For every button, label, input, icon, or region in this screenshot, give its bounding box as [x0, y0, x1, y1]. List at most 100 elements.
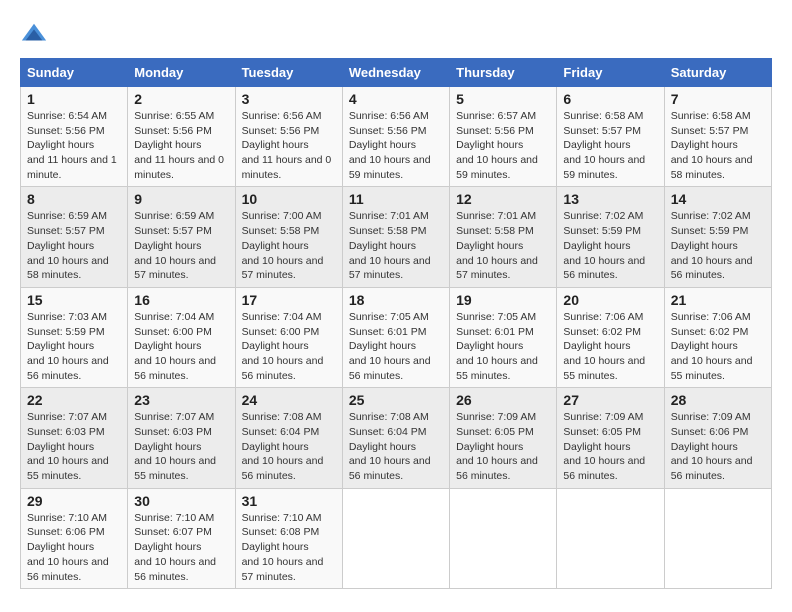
- day-info: Sunrise: 7:02 AM Sunset: 5:59 PM Dayligh…: [563, 209, 657, 282]
- day-info: Sunrise: 6:56 AM Sunset: 5:56 PM Dayligh…: [349, 109, 443, 182]
- column-header-saturday: Saturday: [664, 59, 771, 87]
- day-info: Sunrise: 7:10 AM Sunset: 6:07 PM Dayligh…: [134, 511, 228, 584]
- calendar-cell: 5 Sunrise: 6:57 AM Sunset: 5:56 PM Dayli…: [450, 87, 557, 187]
- day-number: 30: [134, 493, 228, 509]
- day-number: 9: [134, 191, 228, 207]
- day-number: 20: [563, 292, 657, 308]
- column-header-tuesday: Tuesday: [235, 59, 342, 87]
- calendar-cell: 10 Sunrise: 7:00 AM Sunset: 5:58 PM Dayl…: [235, 187, 342, 287]
- calendar-cell: 29 Sunrise: 7:10 AM Sunset: 6:06 PM Dayl…: [21, 488, 128, 588]
- calendar-cell: [557, 488, 664, 588]
- day-number: 14: [671, 191, 765, 207]
- column-header-monday: Monday: [128, 59, 235, 87]
- day-info: Sunrise: 6:58 AM Sunset: 5:57 PM Dayligh…: [671, 109, 765, 182]
- day-number: 29: [27, 493, 121, 509]
- calendar-cell: 14 Sunrise: 7:02 AM Sunset: 5:59 PM Dayl…: [664, 187, 771, 287]
- day-info: Sunrise: 7:06 AM Sunset: 6:02 PM Dayligh…: [671, 310, 765, 383]
- calendar-week-row: 15 Sunrise: 7:03 AM Sunset: 5:59 PM Dayl…: [21, 287, 772, 387]
- day-info: Sunrise: 6:55 AM Sunset: 5:56 PM Dayligh…: [134, 109, 228, 182]
- day-number: 6: [563, 91, 657, 107]
- day-info: Sunrise: 6:59 AM Sunset: 5:57 PM Dayligh…: [134, 209, 228, 282]
- day-number: 26: [456, 392, 550, 408]
- day-number: 16: [134, 292, 228, 308]
- calendar-cell: 16 Sunrise: 7:04 AM Sunset: 6:00 PM Dayl…: [128, 287, 235, 387]
- calendar-cell: [664, 488, 771, 588]
- calendar-cell: 25 Sunrise: 7:08 AM Sunset: 6:04 PM Dayl…: [342, 388, 449, 488]
- day-number: 24: [242, 392, 336, 408]
- day-number: 22: [27, 392, 121, 408]
- day-info: Sunrise: 7:02 AM Sunset: 5:59 PM Dayligh…: [671, 209, 765, 282]
- calendar-cell: 22 Sunrise: 7:07 AM Sunset: 6:03 PM Dayl…: [21, 388, 128, 488]
- day-info: Sunrise: 7:09 AM Sunset: 6:05 PM Dayligh…: [456, 410, 550, 483]
- day-info: Sunrise: 7:01 AM Sunset: 5:58 PM Dayligh…: [456, 209, 550, 282]
- day-number: 8: [27, 191, 121, 207]
- calendar-cell: 26 Sunrise: 7:09 AM Sunset: 6:05 PM Dayl…: [450, 388, 557, 488]
- day-number: 19: [456, 292, 550, 308]
- column-header-wednesday: Wednesday: [342, 59, 449, 87]
- day-number: 3: [242, 91, 336, 107]
- day-info: Sunrise: 6:56 AM Sunset: 5:56 PM Dayligh…: [242, 109, 336, 182]
- calendar-cell: 20 Sunrise: 7:06 AM Sunset: 6:02 PM Dayl…: [557, 287, 664, 387]
- calendar-cell: 7 Sunrise: 6:58 AM Sunset: 5:57 PM Dayli…: [664, 87, 771, 187]
- day-info: Sunrise: 6:57 AM Sunset: 5:56 PM Dayligh…: [456, 109, 550, 182]
- day-number: 21: [671, 292, 765, 308]
- day-number: 18: [349, 292, 443, 308]
- calendar-cell: 13 Sunrise: 7:02 AM Sunset: 5:59 PM Dayl…: [557, 187, 664, 287]
- page-header: [20, 20, 772, 48]
- day-number: 17: [242, 292, 336, 308]
- calendar-cell: 21 Sunrise: 7:06 AM Sunset: 6:02 PM Dayl…: [664, 287, 771, 387]
- day-info: Sunrise: 7:00 AM Sunset: 5:58 PM Dayligh…: [242, 209, 336, 282]
- day-info: Sunrise: 7:04 AM Sunset: 6:00 PM Dayligh…: [242, 310, 336, 383]
- day-info: Sunrise: 7:05 AM Sunset: 6:01 PM Dayligh…: [456, 310, 550, 383]
- calendar-cell: 6 Sunrise: 6:58 AM Sunset: 5:57 PM Dayli…: [557, 87, 664, 187]
- day-info: Sunrise: 7:09 AM Sunset: 6:06 PM Dayligh…: [671, 410, 765, 483]
- calendar-cell: 2 Sunrise: 6:55 AM Sunset: 5:56 PM Dayli…: [128, 87, 235, 187]
- calendar-cell: 28 Sunrise: 7:09 AM Sunset: 6:06 PM Dayl…: [664, 388, 771, 488]
- day-number: 25: [349, 392, 443, 408]
- calendar-cell: 4 Sunrise: 6:56 AM Sunset: 5:56 PM Dayli…: [342, 87, 449, 187]
- calendar-cell: 31 Sunrise: 7:10 AM Sunset: 6:08 PM Dayl…: [235, 488, 342, 588]
- day-info: Sunrise: 6:54 AM Sunset: 5:56 PM Dayligh…: [27, 109, 121, 182]
- day-info: Sunrise: 7:03 AM Sunset: 5:59 PM Dayligh…: [27, 310, 121, 383]
- day-number: 28: [671, 392, 765, 408]
- day-number: 31: [242, 493, 336, 509]
- calendar-cell: 24 Sunrise: 7:08 AM Sunset: 6:04 PM Dayl…: [235, 388, 342, 488]
- calendar-week-row: 8 Sunrise: 6:59 AM Sunset: 5:57 PM Dayli…: [21, 187, 772, 287]
- calendar-cell: 11 Sunrise: 7:01 AM Sunset: 5:58 PM Dayl…: [342, 187, 449, 287]
- calendar-week-row: 29 Sunrise: 7:10 AM Sunset: 6:06 PM Dayl…: [21, 488, 772, 588]
- day-info: Sunrise: 6:59 AM Sunset: 5:57 PM Dayligh…: [27, 209, 121, 282]
- day-info: Sunrise: 7:09 AM Sunset: 6:05 PM Dayligh…: [563, 410, 657, 483]
- day-info: Sunrise: 7:08 AM Sunset: 6:04 PM Dayligh…: [349, 410, 443, 483]
- column-header-sunday: Sunday: [21, 59, 128, 87]
- calendar-cell: 17 Sunrise: 7:04 AM Sunset: 6:00 PM Dayl…: [235, 287, 342, 387]
- day-number: 11: [349, 191, 443, 207]
- logo: [20, 20, 52, 48]
- column-header-friday: Friday: [557, 59, 664, 87]
- calendar-cell: [342, 488, 449, 588]
- calendar-week-row: 1 Sunrise: 6:54 AM Sunset: 5:56 PM Dayli…: [21, 87, 772, 187]
- day-number: 5: [456, 91, 550, 107]
- calendar-table: SundayMondayTuesdayWednesdayThursdayFrid…: [20, 58, 772, 589]
- calendar-cell: 23 Sunrise: 7:07 AM Sunset: 6:03 PM Dayl…: [128, 388, 235, 488]
- day-number: 10: [242, 191, 336, 207]
- day-number: 7: [671, 91, 765, 107]
- day-number: 23: [134, 392, 228, 408]
- calendar-cell: 27 Sunrise: 7:09 AM Sunset: 6:05 PM Dayl…: [557, 388, 664, 488]
- day-info: Sunrise: 7:04 AM Sunset: 6:00 PM Dayligh…: [134, 310, 228, 383]
- day-info: Sunrise: 7:10 AM Sunset: 6:06 PM Dayligh…: [27, 511, 121, 584]
- day-number: 12: [456, 191, 550, 207]
- day-info: Sunrise: 7:07 AM Sunset: 6:03 PM Dayligh…: [27, 410, 121, 483]
- calendar-cell: 9 Sunrise: 6:59 AM Sunset: 5:57 PM Dayli…: [128, 187, 235, 287]
- day-number: 27: [563, 392, 657, 408]
- day-info: Sunrise: 7:08 AM Sunset: 6:04 PM Dayligh…: [242, 410, 336, 483]
- day-number: 15: [27, 292, 121, 308]
- day-info: Sunrise: 7:07 AM Sunset: 6:03 PM Dayligh…: [134, 410, 228, 483]
- calendar-cell: 30 Sunrise: 7:10 AM Sunset: 6:07 PM Dayl…: [128, 488, 235, 588]
- calendar-cell: 12 Sunrise: 7:01 AM Sunset: 5:58 PM Dayl…: [450, 187, 557, 287]
- calendar-cell: 1 Sunrise: 6:54 AM Sunset: 5:56 PM Dayli…: [21, 87, 128, 187]
- calendar-cell: 18 Sunrise: 7:05 AM Sunset: 6:01 PM Dayl…: [342, 287, 449, 387]
- day-info: Sunrise: 7:01 AM Sunset: 5:58 PM Dayligh…: [349, 209, 443, 282]
- calendar-week-row: 22 Sunrise: 7:07 AM Sunset: 6:03 PM Dayl…: [21, 388, 772, 488]
- day-number: 1: [27, 91, 121, 107]
- day-info: Sunrise: 7:10 AM Sunset: 6:08 PM Dayligh…: [242, 511, 336, 584]
